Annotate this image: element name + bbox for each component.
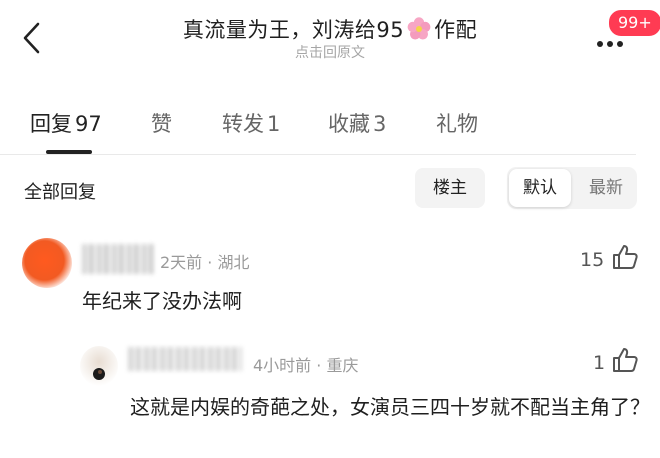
tab-label: 赞 — [151, 112, 172, 136]
comment-time: 2天前 — [160, 253, 203, 272]
like-count: 15 — [580, 249, 605, 271]
tab-gifts[interactable]: 礼物 — [436, 108, 478, 138]
tab-divider — [0, 154, 636, 155]
meta-separator: · — [202, 253, 218, 272]
comment-meta: 2天前 · 湖北 — [160, 249, 249, 273]
like-button[interactable] — [611, 243, 639, 271]
tab-label: 收藏 — [328, 112, 370, 136]
comment-location: 重庆 — [326, 356, 359, 375]
title-text-end: 作配 — [434, 18, 478, 42]
more-dots-icon — [597, 41, 623, 47]
sort-newest-button[interactable]: 最新 — [580, 169, 632, 207]
tab-label: 礼物 — [436, 112, 478, 136]
thumbs-up-icon — [613, 245, 638, 269]
avatar[interactable] — [80, 346, 118, 386]
tab-likes[interactable]: 赞 — [151, 108, 172, 138]
tab-label: 回复 — [30, 112, 72, 136]
avatar[interactable] — [22, 238, 72, 288]
tab-favorites[interactable]: 收藏 3 — [328, 108, 386, 138]
tab-count: 3 — [373, 112, 387, 136]
comment-meta: 4小时前 · 重庆 — [253, 352, 358, 376]
username-blurred[interactable] — [82, 244, 154, 274]
like-button[interactable] — [611, 346, 639, 374]
like-count: 1 — [593, 352, 606, 374]
op-only-button[interactable]: 楼主 — [415, 168, 485, 208]
username-blurred[interactable] — [128, 347, 242, 371]
sort-default-button[interactable]: 默认 — [509, 169, 571, 207]
thumbs-up-icon — [613, 348, 638, 372]
more-menu-button[interactable] — [596, 34, 624, 47]
tab-count: 1 — [267, 112, 281, 136]
comment-time: 4小时前 — [253, 356, 312, 375]
tab-count: 97 — [75, 112, 102, 136]
tab-reposts[interactable]: 转发 1 — [222, 108, 280, 138]
all-replies-label: 全部回复 — [24, 182, 96, 203]
avatar-image — [22, 238, 72, 288]
comment-text: 这就是内娱的奇葩之处，女演员三四十岁就不配当主角了？ — [130, 395, 650, 419]
view-original-link[interactable]: 点击回原文 — [0, 42, 660, 62]
tab-label: 转发 — [222, 112, 264, 136]
comment-text: 年纪来了没办法啊 — [82, 289, 242, 313]
tab-replies[interactable]: 回复 97 — [30, 108, 102, 138]
comment-location: 湖北 — [217, 253, 250, 272]
meta-separator: · — [311, 356, 327, 375]
avatar-image — [80, 346, 118, 386]
post-title: 真流量为王，刘涛给95 作配 — [0, 14, 660, 44]
cherry-blossom-icon — [406, 16, 432, 42]
title-text-start: 真流量为王，刘涛给95 — [182, 18, 405, 42]
